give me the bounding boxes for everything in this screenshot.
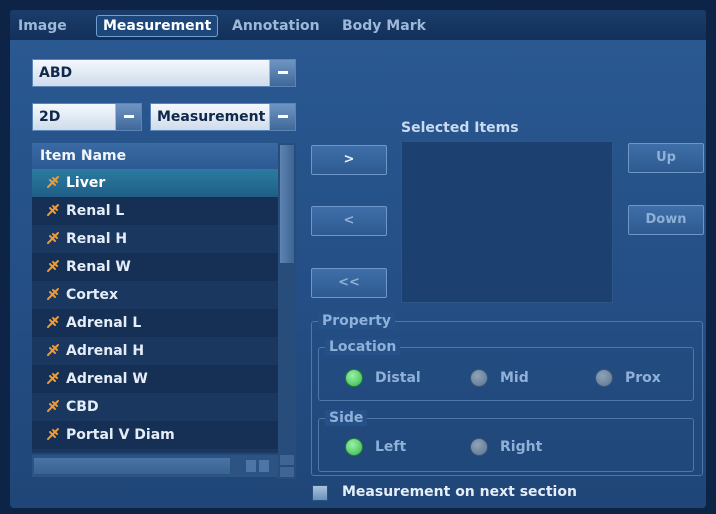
location-mid-radio[interactable]: Mid xyxy=(470,369,529,387)
caliper-icon xyxy=(46,283,60,300)
list-item-label: Renal L xyxy=(66,203,125,219)
side-legend: Side xyxy=(325,410,368,426)
list-item[interactable]: Renal H xyxy=(32,225,278,253)
hscrollbar-thumb[interactable] xyxy=(34,458,230,474)
list-item[interactable]: Portal V Diam xyxy=(32,421,278,449)
caliper-icon xyxy=(46,199,60,216)
radio-dot xyxy=(595,369,613,387)
location-legend: Location xyxy=(325,339,401,355)
exam-select[interactable]: ABD xyxy=(32,59,296,87)
move-down-button[interactable]: Down xyxy=(628,205,704,235)
location-prox-radio[interactable]: Prox xyxy=(595,369,661,387)
radio-label: Right xyxy=(500,439,543,455)
list-item[interactable]: Cortex xyxy=(32,281,278,309)
radio-dot xyxy=(345,438,363,456)
radio-label: Mid xyxy=(500,370,529,386)
add-item-button[interactable]: > xyxy=(311,145,387,175)
item-list-hscrollbar[interactable] xyxy=(32,455,278,477)
list-item[interactable]: Renal L xyxy=(32,197,278,225)
caliper-icon xyxy=(46,255,60,272)
radio-label: Left xyxy=(375,439,407,455)
list-item-label: Renal W xyxy=(66,259,131,275)
tab-image[interactable]: Image xyxy=(18,15,67,37)
selected-items-title: Selected Items xyxy=(401,120,519,136)
caliper-icon xyxy=(46,227,60,244)
remove-item-button[interactable]: < xyxy=(311,206,387,236)
next-section-checkbox[interactable] xyxy=(312,485,328,501)
remove-all-button[interactable]: << xyxy=(311,268,387,298)
tab-annotation[interactable]: Annotation xyxy=(232,15,320,37)
list-item-label: Portal V Diam xyxy=(66,427,175,443)
list-item[interactable]: Liver xyxy=(32,169,278,197)
selected-items-list[interactable] xyxy=(401,141,613,303)
list-item[interactable]: CHD xyxy=(32,449,278,453)
caliper-icon xyxy=(46,423,60,440)
chevron-down-icon[interactable] xyxy=(115,104,141,130)
type-select-value: Measurement xyxy=(157,109,266,125)
caliper-icon xyxy=(46,171,60,188)
list-item[interactable]: Adrenal W xyxy=(32,365,278,393)
radio-dot xyxy=(470,438,488,456)
move-up-button[interactable]: Up xyxy=(628,143,704,173)
radio-label: Prox xyxy=(625,370,661,386)
chevron-down-icon[interactable] xyxy=(269,104,295,130)
location-distal-radio[interactable]: Distal xyxy=(345,369,421,387)
exam-select-value: ABD xyxy=(39,65,73,81)
list-item[interactable]: Adrenal H xyxy=(32,337,278,365)
tab-body-mark[interactable]: Body Mark xyxy=(342,15,426,37)
type-select[interactable]: Measurement xyxy=(150,103,296,131)
list-item-label: Adrenal L xyxy=(66,315,142,331)
side-right-radio[interactable]: Right xyxy=(470,438,542,456)
list-item-label: CBD xyxy=(66,399,99,415)
caliper-icon xyxy=(46,367,60,384)
list-item[interactable]: Adrenal L xyxy=(32,309,278,337)
list-item-label: Adrenal W xyxy=(66,371,148,387)
caliper-icon xyxy=(46,311,60,328)
caliper-icon xyxy=(46,339,60,356)
property-legend: Property xyxy=(318,313,396,329)
list-item[interactable]: Renal W xyxy=(32,253,278,281)
caliper-icon xyxy=(46,451,60,453)
list-item-label: Renal H xyxy=(66,231,128,247)
side-left-radio[interactable]: Left xyxy=(345,438,406,456)
radio-dot xyxy=(345,369,363,387)
chevron-down-icon[interactable] xyxy=(269,60,295,86)
scrollbar-thumb[interactable] xyxy=(280,145,294,263)
list-item-label: Adrenal H xyxy=(66,343,145,359)
next-section-label: Measurement on next section xyxy=(342,484,577,500)
list-item[interactable]: CBD xyxy=(32,393,278,421)
scroll-down-button[interactable] xyxy=(280,467,294,477)
list-item-label: Liver xyxy=(66,175,106,191)
mode-select[interactable]: 2D xyxy=(32,103,142,131)
item-list: Item Name Liver Renal L Renal H Renal W Cort… xyxy=(32,143,278,453)
caliper-icon xyxy=(46,395,60,412)
radio-label: Distal xyxy=(375,370,421,386)
radio-dot xyxy=(470,369,488,387)
tab-bar: Image Measurement Annotation Body Mark xyxy=(10,10,706,40)
scroll-left-button[interactable] xyxy=(246,460,256,472)
list-item-label: Cortex xyxy=(66,287,119,303)
item-list-scrollbar[interactable] xyxy=(278,143,296,479)
mode-select-value: 2D xyxy=(39,109,61,125)
scroll-right-button[interactable] xyxy=(259,460,269,472)
tab-measurement[interactable]: Measurement xyxy=(96,15,219,37)
scroll-up-button[interactable] xyxy=(280,455,294,465)
item-list-header: Item Name xyxy=(32,143,278,169)
